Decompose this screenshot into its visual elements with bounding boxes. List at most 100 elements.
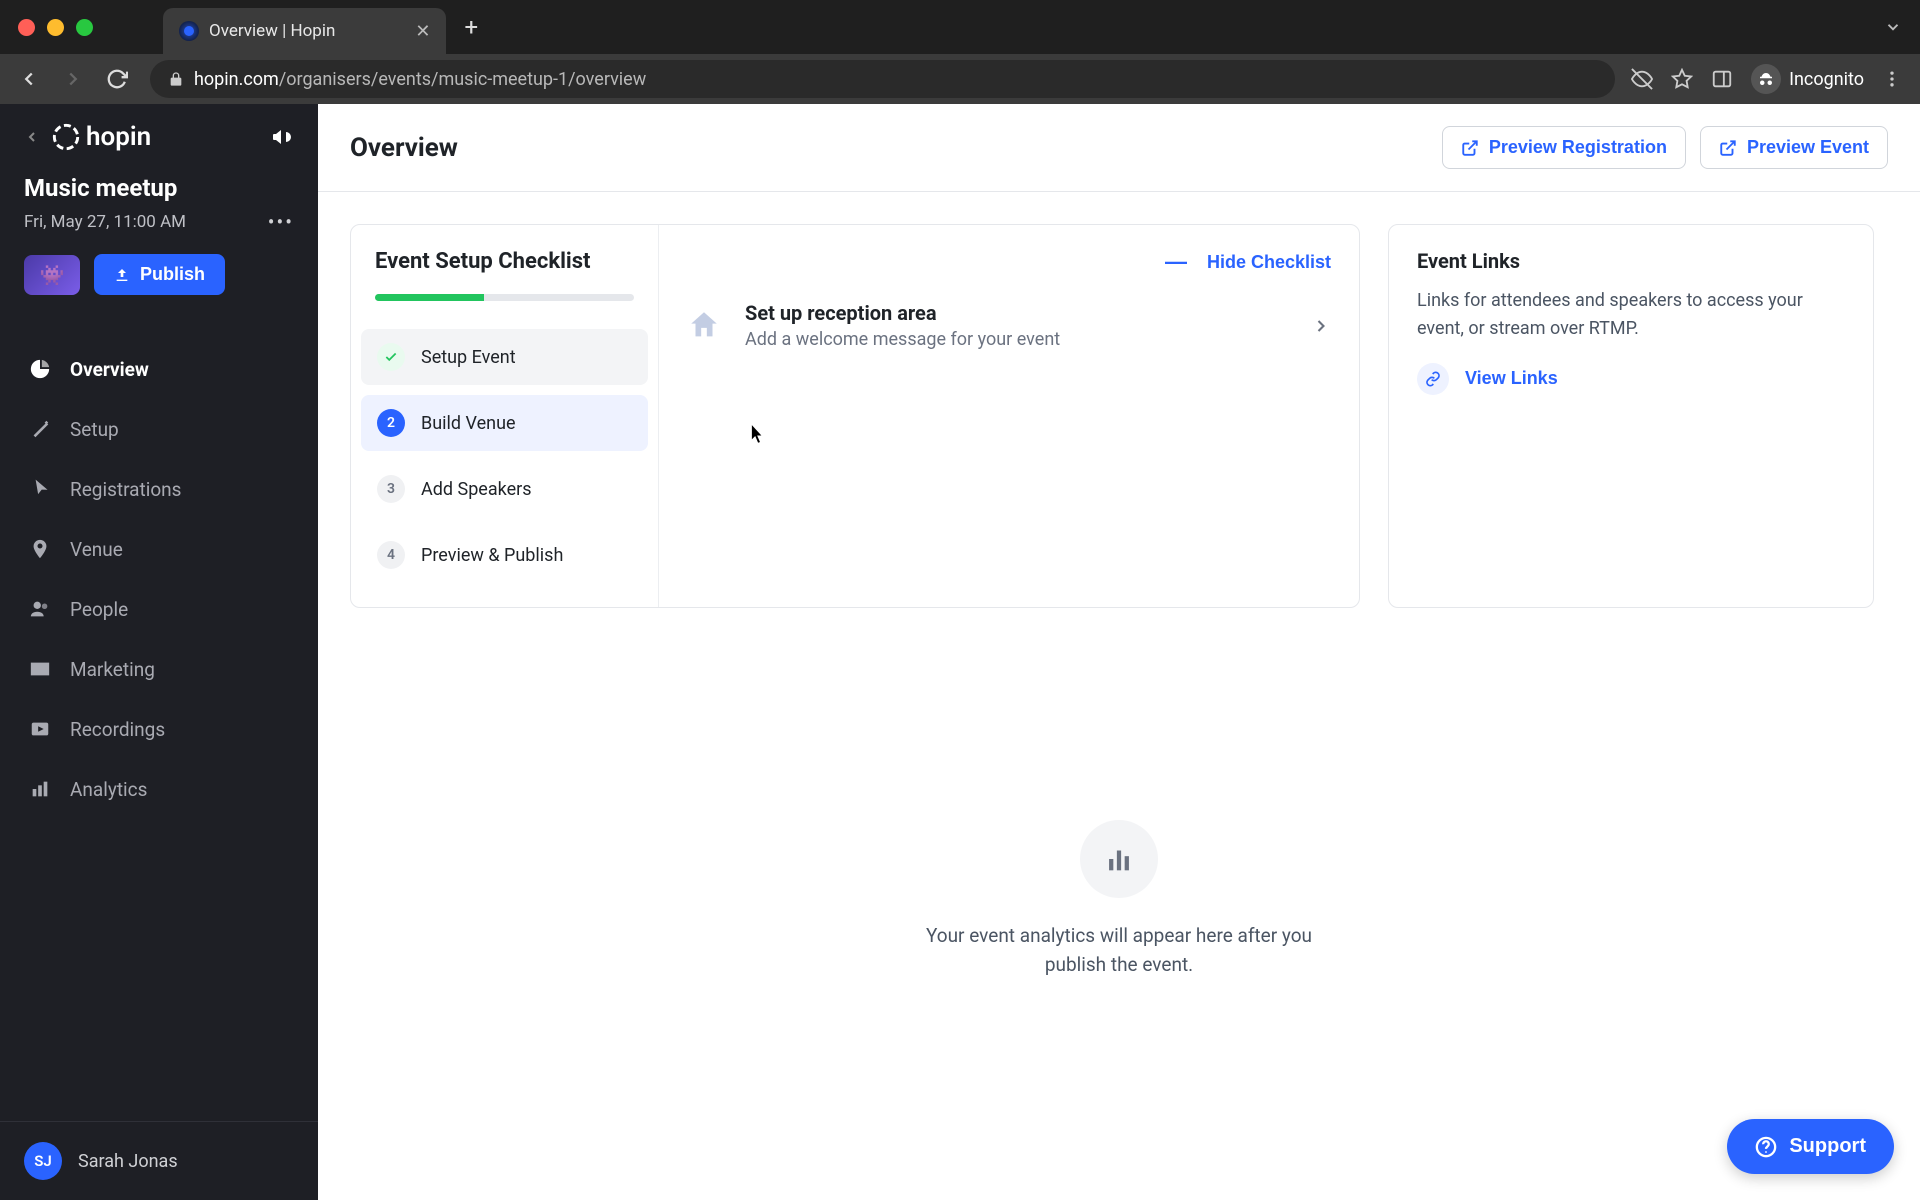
brand-logo[interactable]: hopin (52, 122, 151, 152)
sidebar-item-overview[interactable]: Overview (0, 339, 318, 399)
checklist-step-add-speakers[interactable]: 3 Add Speakers (361, 461, 648, 517)
maximize-window-button[interactable] (76, 19, 93, 36)
user-footer[interactable]: SJ Sarah Jonas (0, 1121, 318, 1200)
url-path: /organisers/events/music-meetup-1/overvi… (279, 69, 646, 90)
ticket-icon (28, 477, 52, 501)
sidebar-item-registrations[interactable]: Registrations (0, 459, 318, 519)
new-tab-button[interactable]: + (464, 13, 478, 41)
checklist-progress-bar (375, 294, 634, 301)
help-icon (1755, 1136, 1777, 1158)
checklist-step-build-venue[interactable]: 2 Build Venue (361, 395, 648, 451)
event-title: Music meetup (24, 174, 294, 202)
checklist-step-label: Add Speakers (421, 479, 532, 500)
checklist-step-setup-event[interactable]: Setup Event (361, 329, 648, 385)
hide-checklist-button[interactable]: — Hide Checklist (1165, 249, 1331, 275)
checklist-step-preview-publish[interactable]: 4 Preview & Publish (361, 527, 648, 583)
external-link-icon (1719, 139, 1737, 157)
view-links-label: View Links (1465, 368, 1558, 389)
sidebar-item-label: People (70, 598, 128, 621)
incognito-badge[interactable]: Incognito (1751, 64, 1864, 94)
step-number-badge: 4 (377, 541, 405, 569)
sidebar-item-label: Venue (70, 538, 123, 561)
event-date: Fri, May 27, 11:00 AM (24, 212, 186, 232)
forward-button[interactable] (62, 68, 90, 90)
app-root: hopin Music meetup Fri, May 27, 11:00 AM… (0, 104, 1920, 1200)
sidebar-item-label: Marketing (70, 658, 155, 681)
sidebar-item-venue[interactable]: Venue (0, 519, 318, 579)
sidebar-header: hopin (0, 104, 318, 162)
hopin-logo-icon (52, 123, 80, 151)
step-number-badge: 2 (377, 409, 405, 437)
tab-title: Overview | Hopin (209, 21, 335, 41)
close-window-button[interactable] (18, 19, 35, 36)
sidebar-nav: Overview Setup Registrations Venue Peopl… (0, 339, 318, 1121)
support-label: Support (1789, 1135, 1866, 1158)
mail-icon (28, 657, 52, 681)
checklist-step-label: Preview & Publish (421, 545, 563, 566)
reload-button[interactable] (106, 68, 134, 90)
view-links-button[interactable]: View Links (1417, 363, 1558, 395)
preview-registration-button[interactable]: Preview Registration (1442, 126, 1686, 169)
hide-checklist-label: Hide Checklist (1207, 252, 1331, 273)
content-row: Event Setup Checklist Setup Event (318, 192, 1920, 640)
publish-label: Publish (140, 264, 205, 285)
home-icon (687, 308, 723, 344)
preview-registration-label: Preview Registration (1489, 137, 1667, 158)
browser-tab[interactable]: Overview | Hopin ✕ (163, 8, 446, 54)
sidebar-item-setup[interactable]: Setup (0, 399, 318, 459)
step-number-badge: 3 (377, 475, 405, 503)
tracking-off-icon[interactable] (1631, 68, 1653, 90)
tabs-overflow-icon[interactable] (1884, 18, 1902, 36)
bookmark-star-icon[interactable] (1671, 68, 1693, 90)
main-content: Overview Preview Registration Preview Ev… (318, 104, 1920, 1200)
side-panel-icon[interactable] (1711, 68, 1733, 90)
links-card-title: Event Links (1417, 249, 1845, 273)
task-title: Set up reception area (745, 301, 1289, 325)
support-button[interactable]: Support (1727, 1119, 1894, 1174)
sidebar-item-label: Setup (70, 418, 119, 441)
checklist-progress-fill (375, 294, 484, 301)
event-menu-icon[interactable]: ••• (268, 210, 294, 234)
announcements-icon[interactable] (270, 125, 294, 149)
checklist-card: Event Setup Checklist Setup Event (350, 224, 1360, 608)
checklist-nav: Event Setup Checklist Setup Event (351, 225, 659, 607)
back-button[interactable] (18, 68, 46, 90)
sidebar: hopin Music meetup Fri, May 27, 11:00 AM… (0, 104, 318, 1200)
check-icon (377, 343, 405, 371)
lock-icon (168, 71, 184, 87)
user-initials: SJ (34, 1152, 52, 1170)
event-avatar[interactable]: 👾 (24, 255, 80, 295)
incognito-icon (1751, 64, 1781, 94)
back-chevron-icon[interactable] (24, 129, 40, 145)
minimize-window-button[interactable] (47, 19, 64, 36)
user-name: Sarah Jonas (78, 1151, 178, 1172)
checklist-detail: — Hide Checklist Set up reception area A… (659, 225, 1359, 607)
address-bar[interactable]: hopin.com/organisers/events/music-meetup… (150, 60, 1615, 98)
chevron-right-icon (1311, 316, 1331, 336)
checklist-step-label: Build Venue (421, 413, 516, 434)
sidebar-item-marketing[interactable]: Marketing (0, 639, 318, 699)
bars-icon (28, 777, 52, 801)
link-icon (1417, 363, 1449, 395)
brand-text: hopin (86, 122, 151, 152)
sidebar-item-people[interactable]: People (0, 579, 318, 639)
analytics-empty-state: Your event analytics will appear here af… (318, 820, 1920, 979)
publish-button[interactable]: Publish (94, 254, 225, 295)
external-link-icon (1461, 139, 1479, 157)
upload-icon (114, 267, 130, 283)
tab-close-icon[interactable]: ✕ (415, 21, 430, 42)
preview-event-button[interactable]: Preview Event (1700, 126, 1888, 169)
sidebar-item-label: Analytics (70, 778, 147, 801)
tab-favicon-icon (179, 21, 199, 41)
browser-toolbar: hopin.com/organisers/events/music-meetup… (0, 54, 1920, 104)
checklist-task-reception[interactable]: Set up reception area Add a welcome mess… (687, 287, 1331, 364)
checklist-title: Event Setup Checklist (375, 249, 634, 274)
user-avatar: SJ (24, 1142, 62, 1180)
analytics-empty-text: Your event analytics will appear here af… (899, 922, 1339, 979)
browser-chrome: Overview | Hopin ✕ + hopin.com/organiser… (0, 0, 1920, 104)
main-header: Overview Preview Registration Preview Ev… (318, 104, 1920, 192)
kebab-menu-icon[interactable] (1882, 69, 1902, 89)
sidebar-item-analytics[interactable]: Analytics (0, 759, 318, 819)
title-bar: Overview | Hopin ✕ + (0, 0, 1920, 54)
sidebar-item-recordings[interactable]: Recordings (0, 699, 318, 759)
